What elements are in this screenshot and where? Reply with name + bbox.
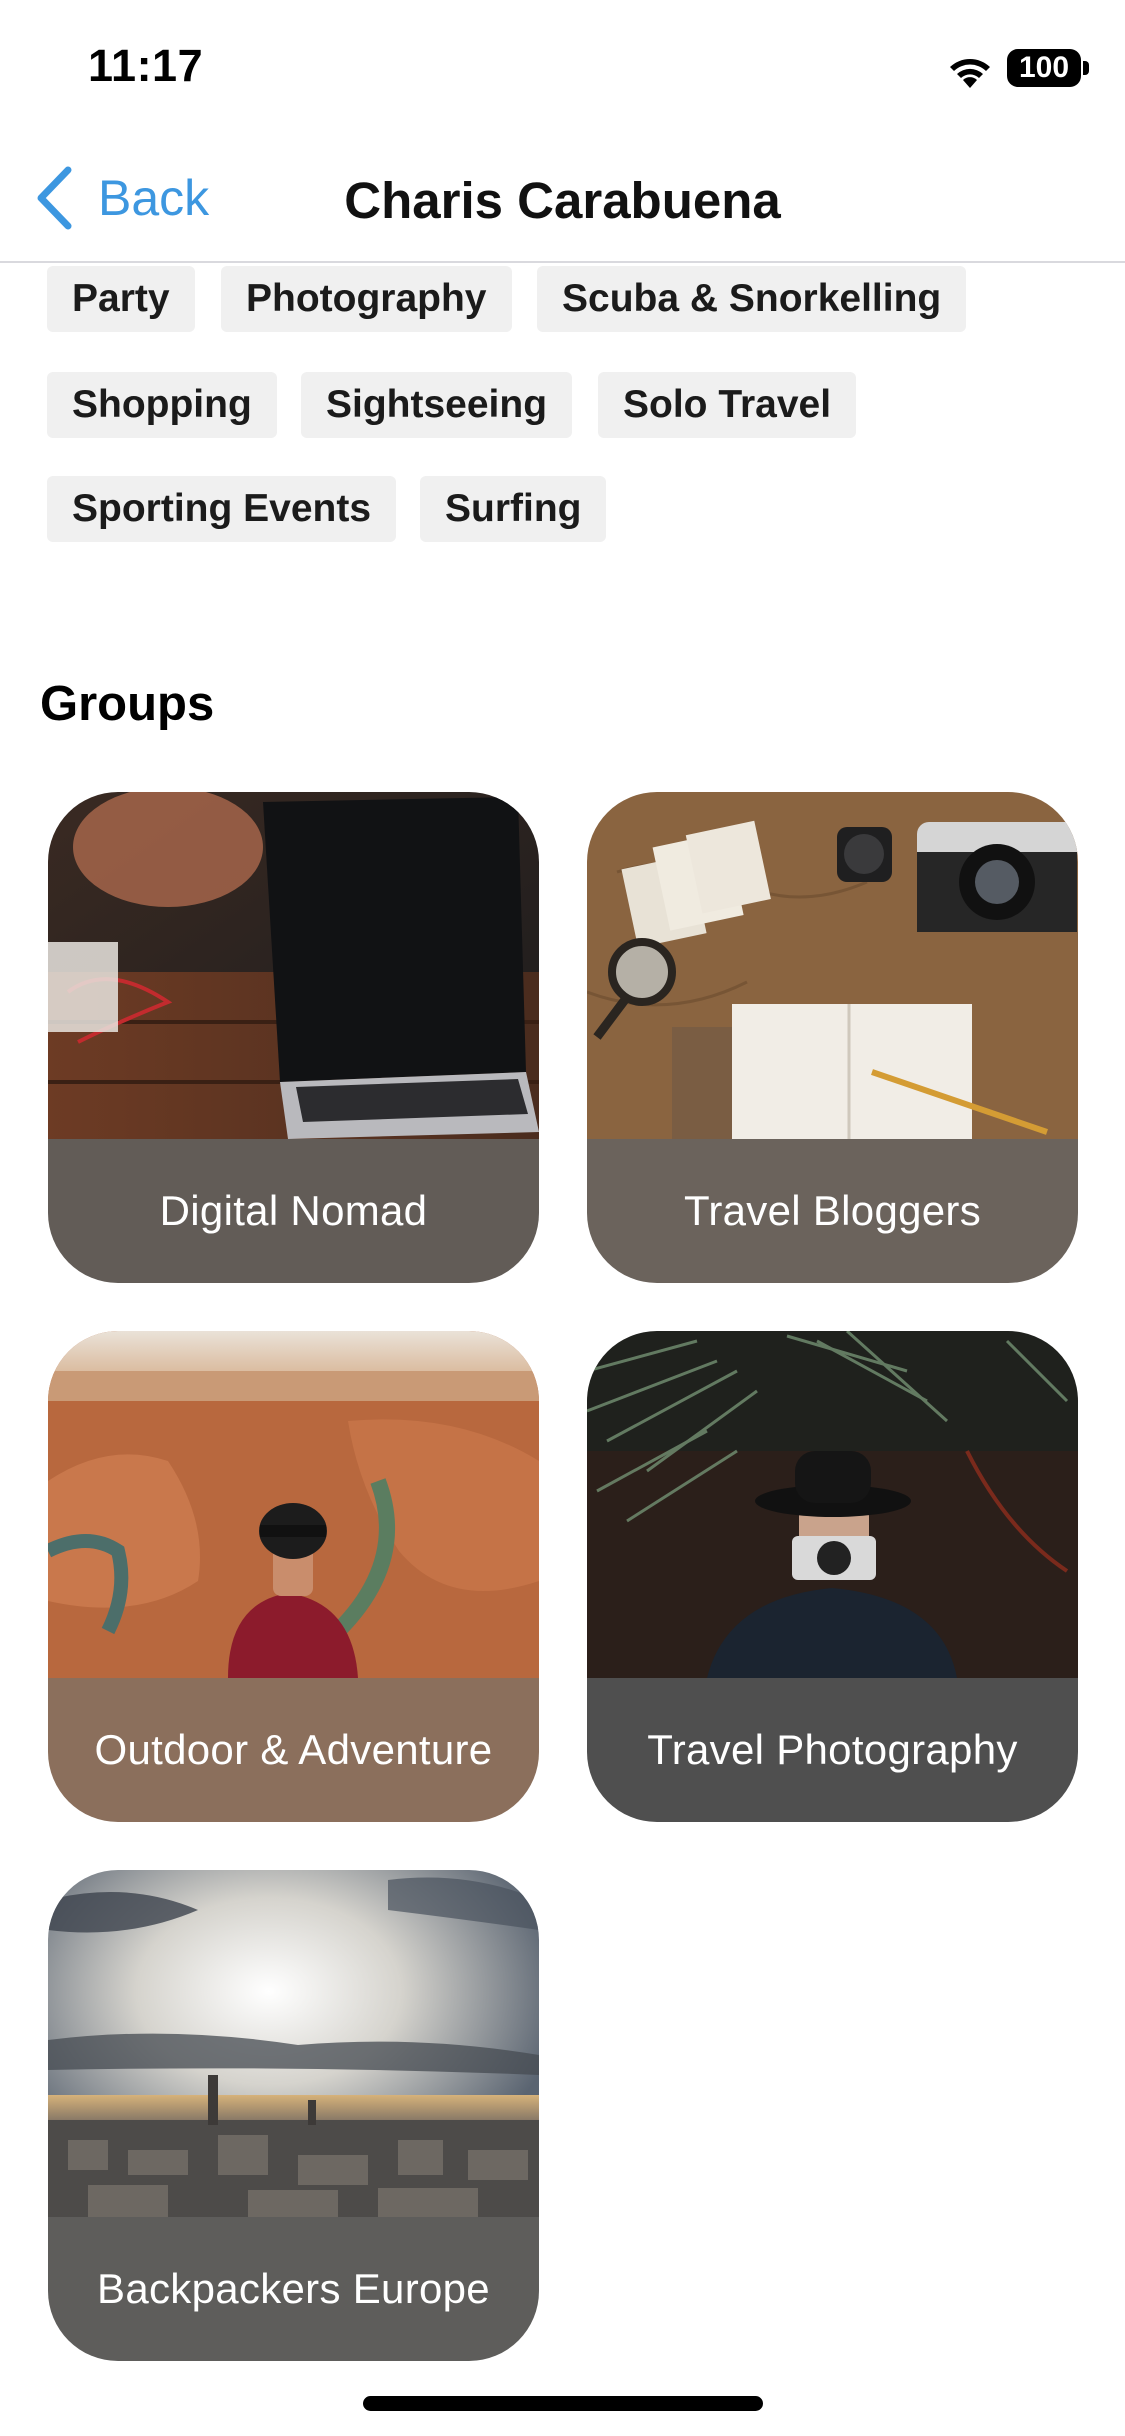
group-label-bar: Travel Photography (587, 1678, 1078, 1822)
group-name: Travel Bloggers (683, 1187, 982, 1234)
group-name: Travel Photography (647, 1726, 1018, 1773)
group-card-outdoor-adventure[interactable]: Outdoor & Adventure (48, 1331, 539, 1822)
battery-cap (1083, 61, 1089, 75)
group-card-travel-bloggers[interactable]: Travel Bloggers (587, 792, 1078, 1283)
group-name: Backpackers Europe (97, 2265, 490, 2312)
group-image-canyon (48, 1331, 539, 1678)
battery-icon: 100 (1007, 49, 1081, 87)
wifi-icon (950, 59, 990, 88)
group-name: Digital Nomad (159, 1187, 428, 1234)
group-card-travel-photography[interactable]: Travel Photography (587, 1331, 1078, 1822)
group-image-map-camera (587, 792, 1078, 1139)
tag-scuba-snorkelling[interactable]: Scuba & Snorkelling (537, 266, 967, 332)
status-bar: 11:17 100 (0, 0, 1125, 135)
group-label-bar: Digital Nomad (48, 1139, 539, 1283)
groups-heading: Groups (40, 677, 215, 731)
group-name: Outdoor & Adventure (94, 1726, 493, 1773)
home-indicator[interactable] (363, 2396, 763, 2411)
navigation-bar: Back Charis Carabuena (0, 135, 1125, 263)
tag-shopping[interactable]: Shopping (47, 372, 277, 438)
group-image-photographer (587, 1331, 1078, 1678)
group-card-digital-nomad[interactable]: Digital Nomad (48, 792, 539, 1283)
tag-photography[interactable]: Photography (221, 266, 512, 332)
tag-surfing[interactable]: Surfing (420, 476, 607, 542)
group-label-bar: Outdoor & Adventure (48, 1678, 539, 1822)
bottom-strip (0, 2408, 1125, 2436)
group-image-laptop (48, 792, 539, 1139)
tag-sightseeing[interactable]: Sightseeing (301, 372, 573, 438)
group-card-backpackers-europe[interactable]: Backpackers Europe (48, 1870, 539, 2361)
battery-level: 100 (1018, 51, 1070, 84)
group-label-bar: Backpackers Europe (48, 2217, 539, 2361)
tag-sporting-events[interactable]: Sporting Events (47, 476, 397, 542)
tag-solo-travel[interactable]: Solo Travel (598, 372, 857, 438)
status-time: 11:17 (88, 40, 204, 91)
page-title: Charis Carabuena (344, 172, 781, 229)
tag-party[interactable]: Party (47, 266, 195, 332)
group-image-city-skyline (48, 1870, 539, 2217)
group-label-bar: Travel Bloggers (587, 1139, 1078, 1283)
